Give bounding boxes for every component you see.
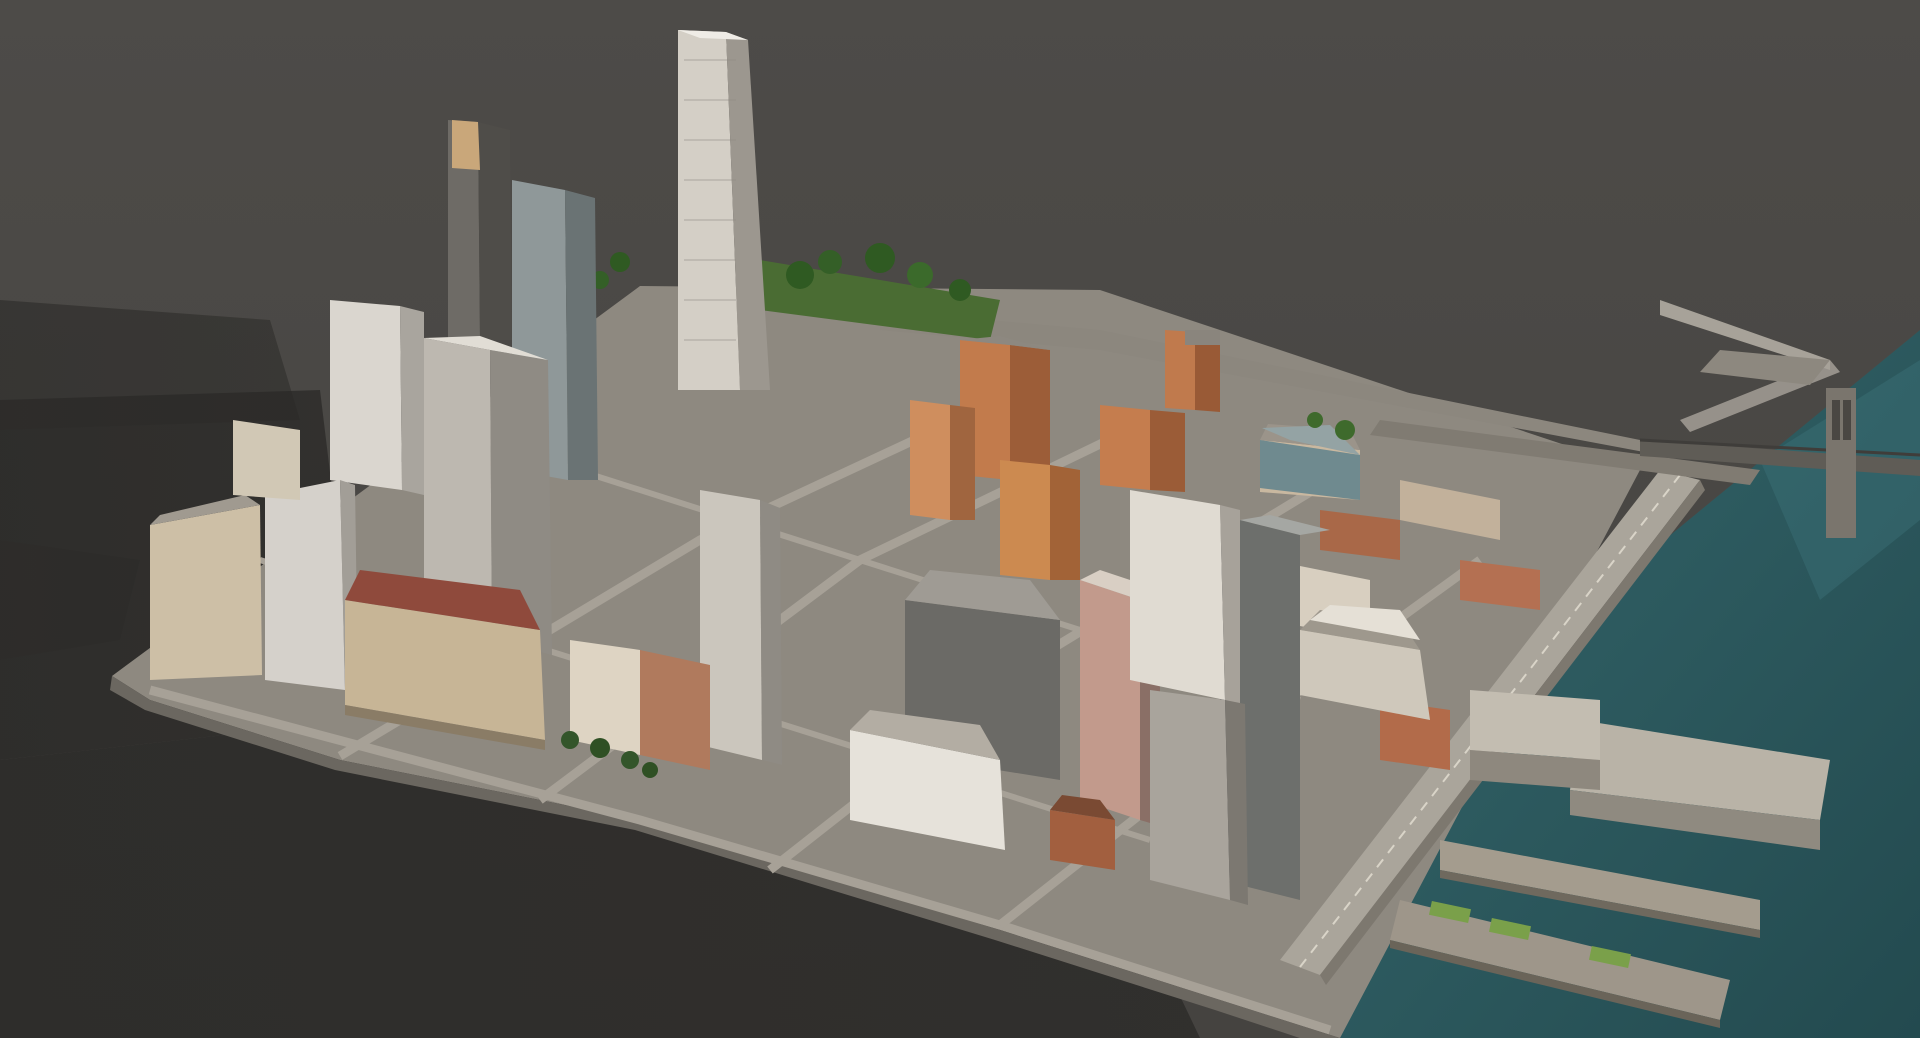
city-model-render [0, 0, 1920, 1038]
city-model-canvas [0, 0, 1920, 1038]
